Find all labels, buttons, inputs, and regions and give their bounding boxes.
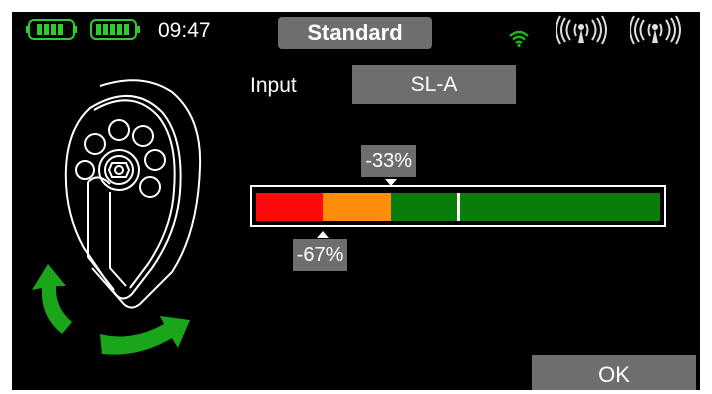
input-select-button[interactable]: SL-A (352, 65, 516, 104)
clock-time: 09:47 (158, 19, 211, 42)
input-label: Input (250, 74, 297, 97)
lower-marker-label: -67% (292, 239, 348, 271)
rotary-dial-icon (32, 79, 202, 355)
screen: 09:47 Standard Input SL-A -33% -67% OK (12, 12, 700, 390)
mode-button[interactable]: Standard (278, 17, 432, 49)
center-marker (457, 193, 460, 221)
antenna-icon (556, 15, 607, 45)
ok-button[interactable]: OK (532, 355, 696, 390)
upper-marker-label: -33% (361, 145, 417, 177)
range-bar[interactable] (256, 193, 660, 221)
upper-marker-arrow-icon[interactable] (385, 179, 398, 186)
lower-marker-arrow-icon[interactable] (316, 231, 329, 238)
battery-icon (26, 19, 77, 40)
mid-segment (322, 193, 392, 221)
antenna-icon (630, 15, 681, 45)
low-segment (256, 193, 323, 221)
wifi-icon (509, 30, 529, 47)
battery-icon (90, 19, 140, 40)
